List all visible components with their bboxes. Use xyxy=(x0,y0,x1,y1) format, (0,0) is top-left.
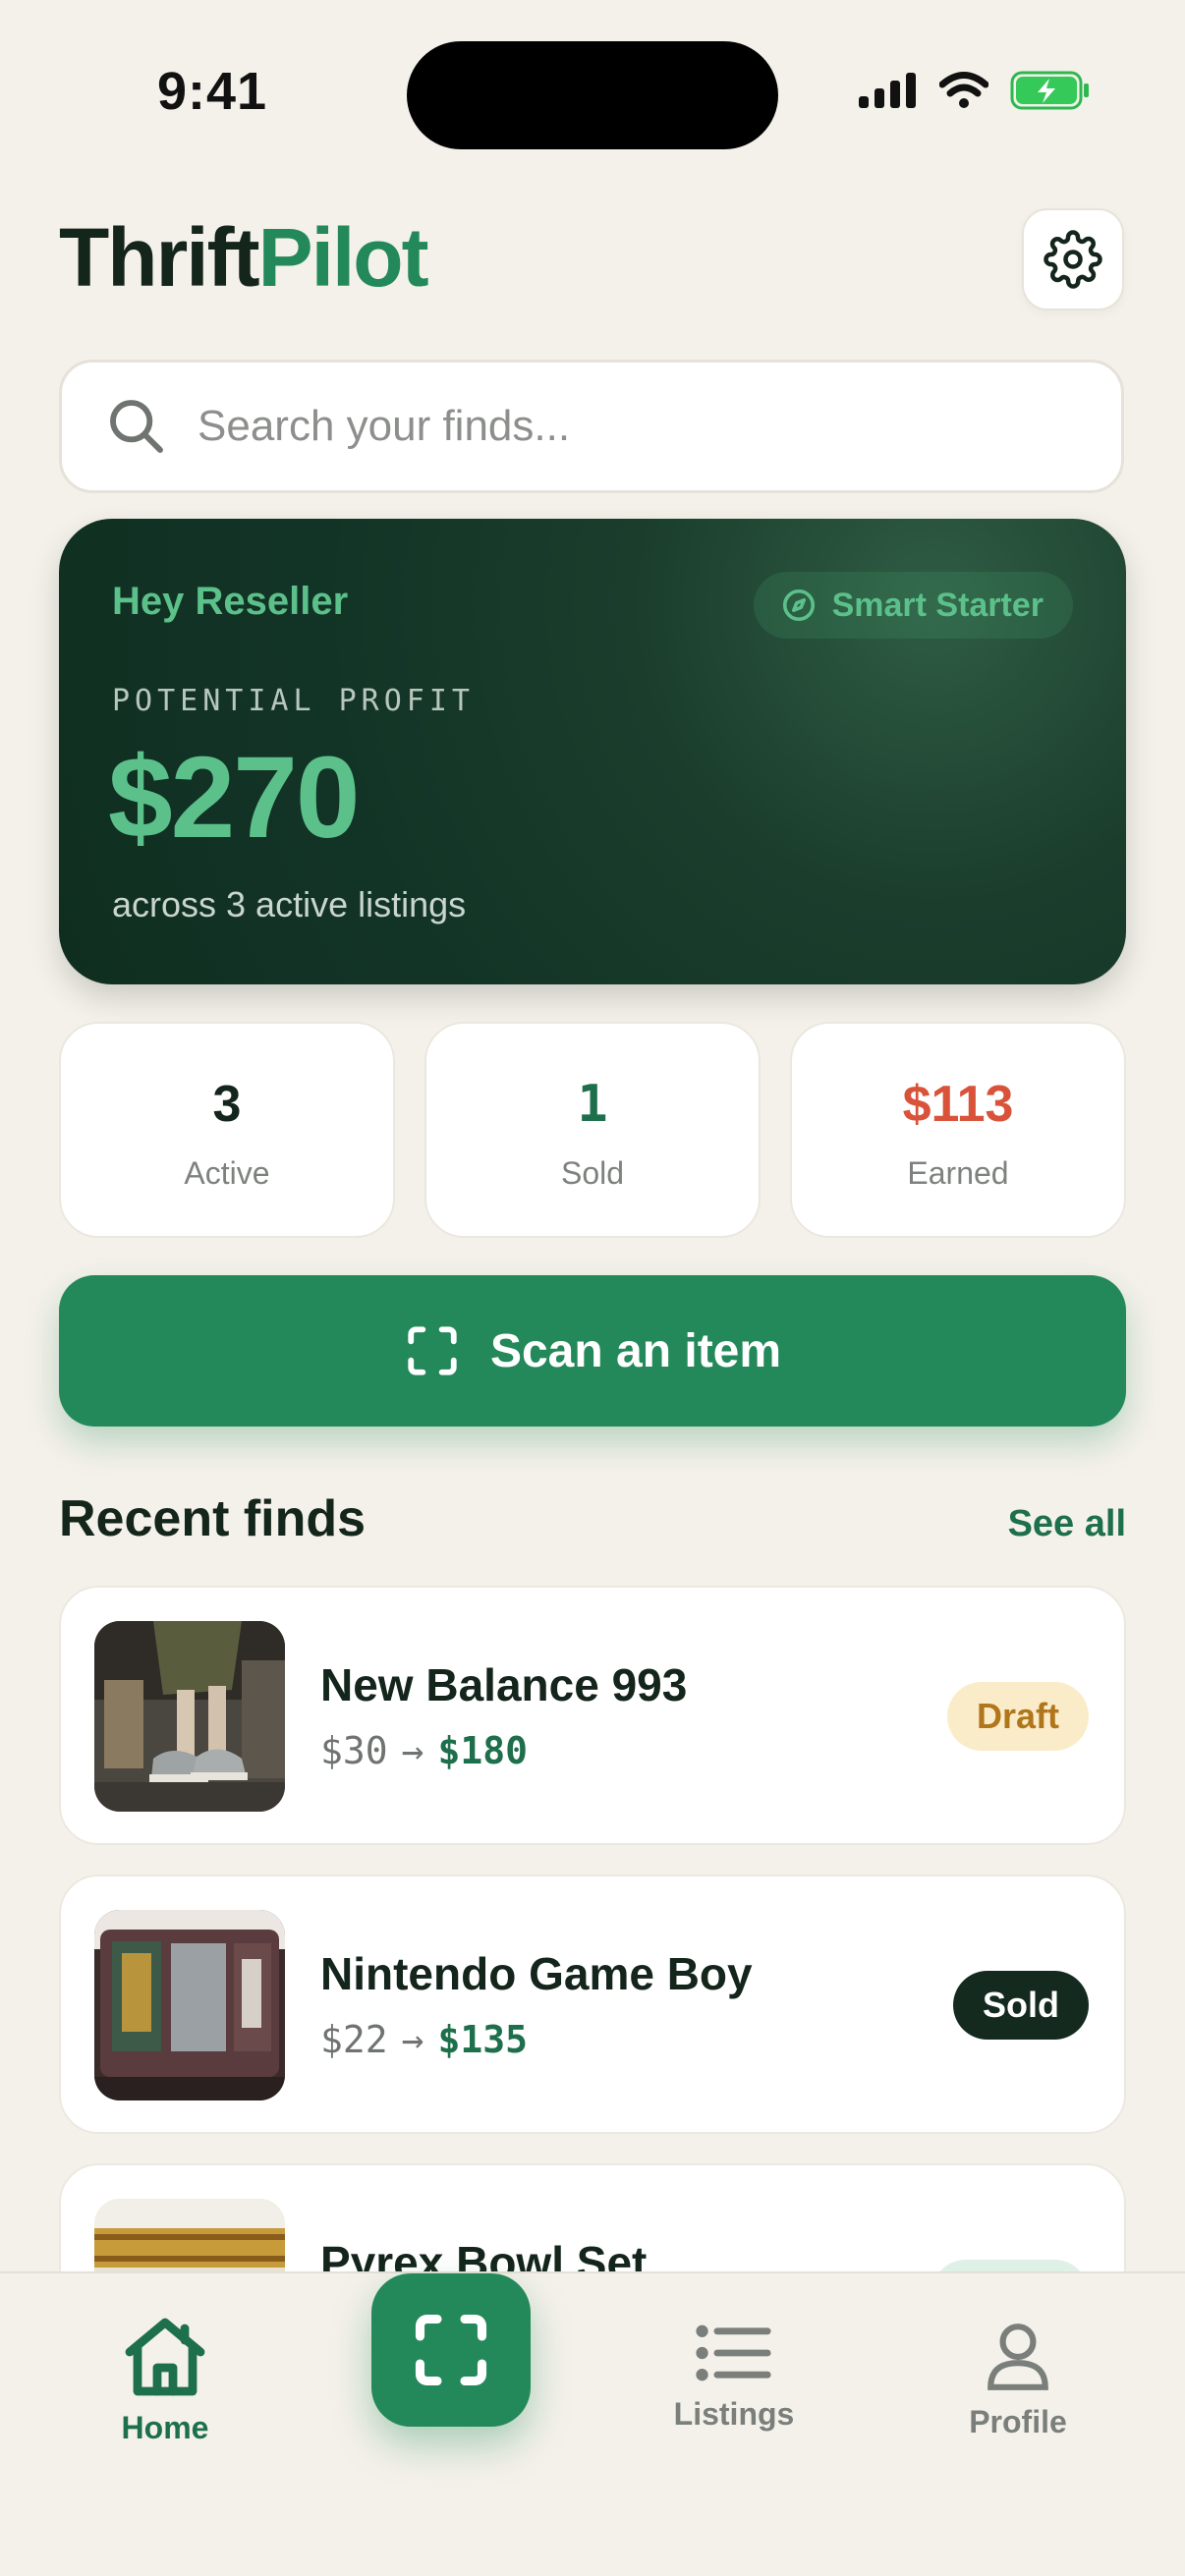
scan-frame-icon xyxy=(408,1326,457,1375)
sell-price: $180 xyxy=(437,1729,529,1772)
list-item[interactable]: Nintendo Game Boy $22 → $135 Sold xyxy=(59,1875,1126,2134)
status-time: 9:41 xyxy=(157,62,268,121)
potential-profit-value: $270 xyxy=(108,733,361,863)
compass-icon xyxy=(782,588,815,622)
scan-fab-button[interactable] xyxy=(371,2273,531,2427)
tab-listings[interactable]: Listings xyxy=(636,2321,832,2433)
status-badge: Draft xyxy=(946,1682,1089,1751)
item-prices: $22 → $135 xyxy=(320,2018,528,2061)
arrow-right-icon: → xyxy=(401,2018,424,2061)
item-title: New Balance 993 xyxy=(320,1659,688,1710)
scan-item-label: Scan an item xyxy=(489,1324,782,1377)
status-icons xyxy=(859,71,1091,110)
sell-price: $135 xyxy=(437,2018,529,2061)
tab-listings-label: Listings xyxy=(673,2396,795,2432)
scan-item-button[interactable]: Scan an item xyxy=(59,1275,1126,1427)
app-title-part1: Thrift xyxy=(59,211,260,304)
item-prices: $30 → $180 xyxy=(320,1729,528,1772)
list-icon xyxy=(696,2324,771,2381)
stat-value: 1 xyxy=(577,1075,608,1134)
potential-profit-label: POTENTIAL PROFIT xyxy=(112,684,475,718)
active-listings-summary: across 3 active listings xyxy=(112,884,467,924)
plan-badge[interactable]: Smart Starter xyxy=(753,572,1073,639)
search-icon xyxy=(110,400,163,453)
battery-charging-icon xyxy=(1010,71,1089,110)
recent-finds-title: Recent finds xyxy=(59,1490,367,1547)
status-bar: 9:41 xyxy=(0,0,1185,167)
stat-value: 3 xyxy=(212,1076,242,1133)
stat-label: Earned xyxy=(907,1155,1009,1191)
stat-card-sold[interactable]: 1 Sold xyxy=(424,1022,761,1238)
stat-value: $113 xyxy=(902,1076,1014,1133)
search-input[interactable]: Search your finds... xyxy=(59,360,1124,493)
item-thumbnail xyxy=(94,1910,285,2100)
home-icon xyxy=(125,2318,205,2396)
item-title: Nintendo Game Boy xyxy=(320,1948,753,1999)
bottom-tab-bar: Home Listings Profile xyxy=(0,2271,1185,2576)
tab-home[interactable]: Home xyxy=(67,2313,263,2446)
stat-label: Active xyxy=(184,1155,270,1191)
stat-label: Sold xyxy=(560,1155,625,1191)
buy-price: $22 xyxy=(320,2018,388,2061)
stat-card-active[interactable]: 3 Active xyxy=(59,1022,395,1238)
cellular-signal-icon xyxy=(859,73,916,108)
greeting: Hey Reseller xyxy=(112,580,349,623)
arrow-right-icon: → xyxy=(401,1729,424,1772)
tab-home-label: Home xyxy=(121,2410,209,2445)
stat-card-earned[interactable]: $113 Earned xyxy=(790,1022,1126,1238)
scan-frame-icon xyxy=(415,2314,487,2386)
plan-badge-label: Smart Starter xyxy=(831,586,1044,624)
dynamic-island xyxy=(407,41,778,149)
status-badge: Sold xyxy=(953,1971,1089,2040)
search-placeholder: Search your finds... xyxy=(198,402,571,450)
tab-profile-label: Profile xyxy=(969,2404,1067,2439)
see-all-link[interactable]: See all xyxy=(1008,1503,1126,1545)
item-thumbnail xyxy=(94,1621,285,1812)
tab-profile[interactable]: Profile xyxy=(920,2321,1116,2440)
profit-summary-card: Hey Reseller Smart Starter POTENTIAL PRO… xyxy=(59,519,1126,984)
app-title: ThriftPilot xyxy=(59,210,429,306)
wifi-icon xyxy=(939,72,988,108)
gear-icon xyxy=(1044,230,1102,289)
settings-button[interactable] xyxy=(1022,208,1124,310)
app-title-part2: Pilot xyxy=(257,211,429,304)
user-icon xyxy=(988,2324,1048,2390)
list-item[interactable]: New Balance 993 $30 → $180 Draft xyxy=(59,1586,1126,1845)
buy-price: $30 xyxy=(320,1729,388,1772)
